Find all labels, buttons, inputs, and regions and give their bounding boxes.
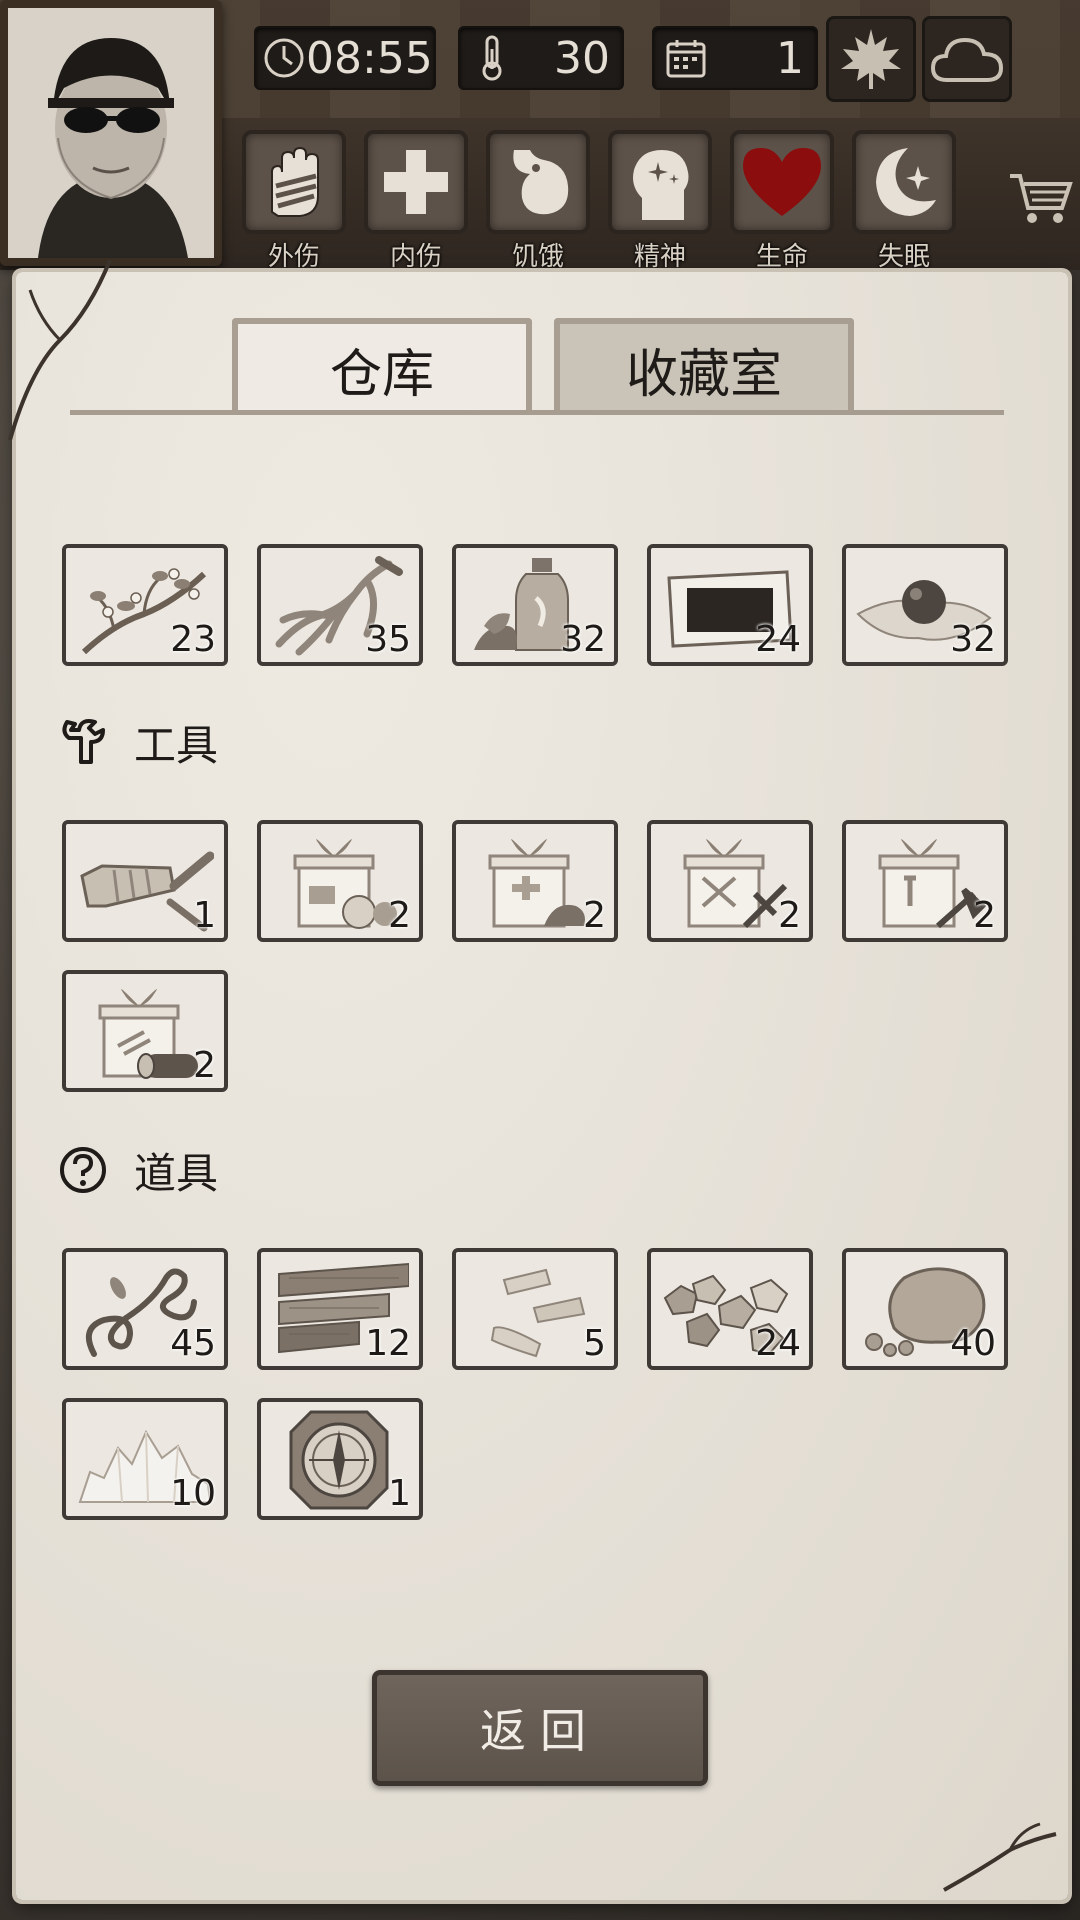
tab-collection[interactable]: 收藏室 bbox=[554, 318, 854, 414]
clock-icon bbox=[262, 32, 306, 84]
day-value: 1 bbox=[776, 32, 804, 84]
item-slot-medical-gift-box[interactable]: 2 bbox=[452, 820, 618, 942]
section-tools: 工具 bbox=[56, 712, 218, 772]
heart-icon bbox=[730, 130, 834, 234]
item-slot-black-plaster[interactable]: 24 bbox=[647, 544, 813, 666]
section-props: 道具 bbox=[56, 1140, 218, 1200]
status-health[interactable]: 生命 bbox=[730, 130, 834, 272]
item-count: 10 bbox=[170, 1473, 216, 1514]
question-circle-icon bbox=[56, 1143, 110, 1197]
item-slot-food-gift-box[interactable]: 2 bbox=[257, 820, 423, 942]
item-count: 1 bbox=[388, 1473, 411, 1514]
item-count: 2 bbox=[193, 1045, 216, 1086]
game-screen: 08:55 30 1 外伤 内伤 饥饿 精神 生命 失眠 仓库 收藏室 23 3… bbox=[0, 0, 1080, 1920]
time-value: 08:55 bbox=[306, 32, 433, 84]
season-button[interactable] bbox=[826, 16, 916, 102]
item-count: 40 bbox=[950, 1323, 996, 1364]
status-label: 内伤 bbox=[389, 242, 442, 272]
avatar bbox=[8, 8, 214, 258]
item-count: 35 bbox=[365, 619, 411, 660]
item-count: 2 bbox=[388, 895, 411, 936]
cart-icon bbox=[1010, 174, 1073, 223]
maple-leaf-icon bbox=[841, 29, 901, 89]
status-hunger[interactable]: 饥饿 bbox=[486, 130, 590, 272]
item-slot-wood-gift-box[interactable]: 2 bbox=[62, 970, 228, 1092]
section-title: 道具 bbox=[134, 1148, 219, 1198]
moon-star-icon bbox=[852, 130, 956, 234]
status-label: 失眠 bbox=[877, 242, 930, 272]
status-spirit[interactable]: 精神 bbox=[608, 130, 712, 272]
temperature-display: 30 bbox=[458, 26, 624, 90]
item-count: 12 bbox=[365, 1323, 411, 1364]
vine-decoration bbox=[8, 259, 112, 441]
item-slot-flashlight[interactable]: 1 bbox=[62, 820, 228, 942]
back-button[interactable]: 返回 bbox=[372, 1670, 708, 1786]
item-slot-salt-crystals[interactable]: 10 bbox=[62, 1398, 228, 1520]
status-label: 精神 bbox=[633, 242, 686, 272]
time-display: 08:55 bbox=[254, 26, 436, 90]
item-slot-compass[interactable]: 1 bbox=[257, 1398, 423, 1520]
item-count: 32 bbox=[560, 619, 606, 660]
weather-button[interactable] bbox=[922, 16, 1012, 102]
head-sparkle-icon bbox=[608, 130, 712, 234]
item-slot-vine-rope[interactable]: 45 bbox=[62, 1248, 228, 1370]
item-count: 2 bbox=[973, 895, 996, 936]
section-title: 工具 bbox=[134, 720, 219, 770]
thermometer-icon bbox=[466, 32, 518, 84]
player-portrait[interactable] bbox=[0, 0, 222, 266]
item-count: 1 bbox=[193, 895, 216, 936]
status-internal-injury[interactable]: 内伤 bbox=[364, 130, 468, 272]
cross-icon bbox=[364, 130, 468, 234]
item-count: 23 bbox=[170, 619, 216, 660]
cloud-icon bbox=[930, 37, 1004, 82]
item-slot-bone-pieces[interactable]: 5 bbox=[452, 1248, 618, 1370]
status-label: 饥饿 bbox=[511, 242, 564, 272]
item-slot-flower-branch[interactable]: 23 bbox=[62, 544, 228, 666]
item-slot-ginseng-root[interactable]: 35 bbox=[257, 544, 423, 666]
item-count: 2 bbox=[778, 895, 801, 936]
status-external-injury[interactable]: 外伤 bbox=[242, 130, 346, 272]
tab-divider bbox=[70, 410, 1004, 415]
status-insomnia[interactable]: 失眠 bbox=[852, 130, 956, 272]
stomach-icon bbox=[486, 130, 590, 234]
item-count: 5 bbox=[583, 1323, 606, 1364]
item-slot-wood-planks[interactable]: 12 bbox=[257, 1248, 423, 1370]
day-display: 1 bbox=[652, 26, 818, 90]
vine-decoration bbox=[943, 1822, 1057, 1892]
item-count: 32 bbox=[950, 619, 996, 660]
item-slot-herb-bottle[interactable]: 32 bbox=[452, 544, 618, 666]
status-label: 生命 bbox=[755, 242, 808, 272]
calendar-icon bbox=[660, 32, 712, 84]
item-count: 45 bbox=[170, 1323, 216, 1364]
item-slot-ore-nuggets[interactable]: 24 bbox=[647, 1248, 813, 1370]
tab-warehouse[interactable]: 仓库 bbox=[232, 318, 532, 414]
wrench-icon bbox=[56, 715, 110, 769]
item-count: 24 bbox=[755, 619, 801, 660]
item-slot-weapon-gift-box[interactable]: 2 bbox=[647, 820, 813, 942]
item-slot-tool-gift-box[interactable]: 2 bbox=[842, 820, 1008, 942]
shop-button[interactable] bbox=[1008, 170, 1074, 232]
item-slot-stone-rock[interactable]: 40 bbox=[842, 1248, 1008, 1370]
item-slot-pill-on-paper[interactable]: 32 bbox=[842, 544, 1008, 666]
temperature-value: 30 bbox=[554, 32, 610, 84]
hand-bandage-icon bbox=[242, 130, 346, 234]
item-count: 2 bbox=[583, 895, 606, 936]
status-label: 外伤 bbox=[267, 242, 320, 272]
item-count: 24 bbox=[755, 1323, 801, 1364]
